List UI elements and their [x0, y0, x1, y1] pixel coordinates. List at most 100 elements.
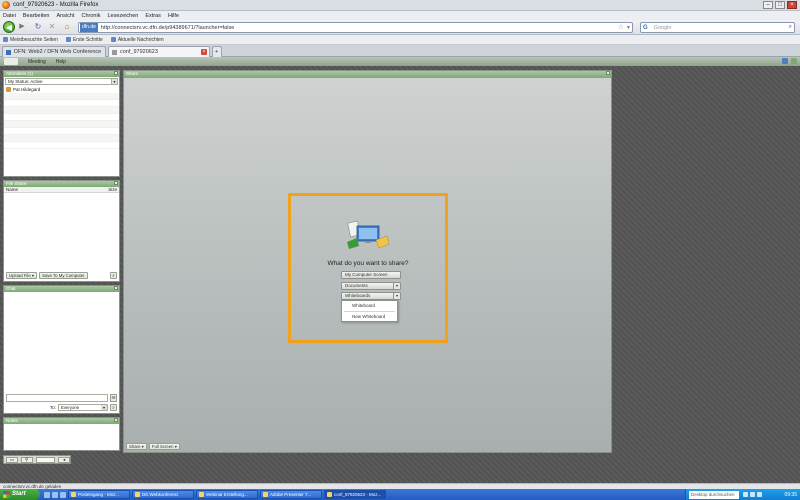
quick-launch-icon[interactable] [52, 491, 58, 498]
layout-icon[interactable] [791, 58, 797, 64]
menu-item-whiteboard[interactable]: Whiteboard [342, 301, 397, 311]
menu-ansicht[interactable]: Ansicht [56, 13, 74, 19]
window-titlebar[interactable]: conf_97920623 - Mozilla Firefox – □ × [0, 0, 800, 11]
back-button[interactable]: ◀ [3, 21, 15, 33]
stop-icon[interactable]: ✕ [48, 21, 56, 33]
send-message-icon[interactable]: ✉ [110, 394, 117, 402]
share-dialog-title: What do you want to share? [327, 260, 409, 267]
menu-bearbeiten[interactable]: Bearbeiten [23, 13, 50, 19]
taskbar-item[interactable]: Posteingang - Micr... [68, 490, 130, 499]
menu-lesezeichen[interactable]: Lesezeichen [107, 13, 138, 19]
start-button[interactable]: Start [0, 489, 40, 500]
taskbar-item-active[interactable]: conf_97920623 - Moz... [324, 490, 386, 499]
reload-icon[interactable]: ↻ [34, 21, 42, 33]
close-tab-icon[interactable]: × [201, 49, 207, 55]
share-whiteboards-dropdown[interactable]: Whiteboards ▾ [341, 292, 401, 300]
bookmark-icon [3, 37, 8, 42]
firefox-icon [327, 492, 332, 497]
bookmark-icon [65, 37, 71, 42]
tab-dfn[interactable]: DFN: Web2 / DFN Web Conference [2, 46, 106, 57]
menu-datei[interactable]: Datei [3, 13, 16, 19]
quick-launch-icon[interactable] [60, 491, 66, 498]
home-icon[interactable]: ⌂ [63, 21, 71, 33]
site-identity-badge[interactable]: dfn.de [80, 23, 98, 32]
quick-launch-icon[interactable] [44, 491, 50, 498]
bookmark-item[interactable]: Aktuelle Nachrichten [110, 37, 164, 43]
share-documents-dropdown[interactable]: Documents ▾ [341, 282, 401, 290]
panel-menu-icon[interactable] [114, 181, 118, 185]
panel-header[interactable]: Share [124, 71, 611, 78]
bookmark-star-icon[interactable]: ☆ [618, 23, 624, 31]
menu-help[interactable]: Help [56, 59, 66, 65]
panel-menu-icon[interactable] [606, 71, 610, 75]
microphone-button[interactable]: ⚲ [20, 456, 33, 463]
status-light-icon[interactable] [782, 58, 788, 64]
tray-icon[interactable] [743, 492, 748, 497]
clock[interactable]: 09:35 [784, 492, 797, 498]
status-dropdown[interactable]: My Status: Active ▾ [5, 78, 118, 85]
tray-icon[interactable] [757, 492, 762, 497]
tray-icon[interactable] [750, 492, 755, 497]
url-bar[interactable]: dfn.de http://connectsrv.vc.dfn.de/p9438… [78, 22, 633, 33]
volume-slider[interactable] [35, 456, 56, 463]
connect-menu-bar: Meeting Help [0, 57, 800, 66]
chat-recipient-row: To: Everyone ▾ ⌕ [6, 404, 117, 411]
menu-meeting[interactable]: Meeting [28, 59, 46, 65]
panel-header[interactable]: Attendees (1) [4, 71, 119, 77]
menu-chronik[interactable]: Chronik [82, 13, 101, 19]
host-icon [6, 87, 11, 92]
panel-options-icon[interactable]: ⌕ [110, 272, 117, 279]
column-size[interactable]: Size [108, 187, 117, 192]
search-placeholder[interactable]: Google [654, 25, 672, 31]
panel-header[interactable]: Notes [4, 418, 119, 424]
full-screen-button[interactable]: Full Screen ▾ [148, 443, 180, 450]
url-dropdown-icon[interactable]: ▼ [626, 25, 631, 31]
firefox-icon [2, 1, 10, 9]
search-icon[interactable]: ⌕ [789, 24, 792, 31]
taskbar-item[interactable]: Adobe Presenter 7... [260, 490, 322, 499]
menu-item-new-whiteboard[interactable]: New Whiteboard [342, 312, 397, 322]
bookmark-item[interactable]: Meistbesuchte Seiten [3, 37, 58, 43]
column-name[interactable]: Name [6, 187, 18, 192]
list-row [4, 107, 119, 114]
tab-conference[interactable]: conf_97920623 × [108, 46, 210, 57]
desktop-search-box[interactable]: Desktop durchsuchen [689, 490, 739, 499]
chat-input[interactable] [6, 394, 108, 402]
chevron-down-icon: ▾ [393, 293, 400, 299]
quick-launch [44, 491, 66, 498]
panel-header[interactable]: Chat [4, 286, 119, 292]
windows-logo-icon [3, 491, 10, 498]
close-button[interactable]: × [787, 1, 797, 9]
taskbar-item[interactable]: Webinar Erstellung... [196, 490, 258, 499]
google-icon[interactable]: G [643, 25, 648, 31]
recipient-dropdown[interactable]: Everyone ▾ [58, 404, 108, 411]
upload-file-button[interactable]: Upload File ▾ [6, 272, 38, 279]
panel-header[interactable]: File Share [4, 181, 119, 187]
url-text[interactable]: http://connectsrv.vc.dfn.de/p94389671/?l… [101, 25, 234, 31]
share-dialog: What do you want to share? My Computer S… [288, 193, 448, 343]
menu-hilfe[interactable]: Hilfe [168, 13, 179, 19]
minimize-button[interactable]: – [763, 1, 773, 9]
whiteboard-menu: Whiteboard New Whiteboard [341, 300, 398, 322]
meeting-controls-toolbar: ▭ ⚲ ◂ [3, 455, 71, 464]
tab-favicon [112, 49, 117, 55]
maximize-button[interactable]: □ [775, 1, 785, 9]
panel-options-icon[interactable]: ⌕ [110, 404, 117, 411]
attendee-item[interactable]: Pat Hildegard [4, 86, 119, 93]
share-button[interactable]: Share ▾ [126, 443, 147, 450]
navigation-toolbar: ◀ ▶ ↻ ✕ ⌂ dfn.de http://connectsrv.vc.df… [0, 20, 800, 35]
speaker-icon[interactable]: ◂ [58, 456, 71, 463]
new-tab-button[interactable]: + [212, 46, 222, 57]
save-to-computer-button[interactable]: Save To My Computer [39, 272, 88, 279]
panel-menu-icon[interactable] [114, 286, 118, 290]
bookmark-item[interactable]: Erste Schritte [65, 37, 103, 43]
panel-menu-icon[interactable] [114, 71, 118, 75]
menu-extras[interactable]: Extras [145, 13, 161, 19]
panel-menu-icon[interactable] [114, 418, 118, 422]
search-box[interactable]: G Google ⌕ [640, 22, 795, 33]
connect-logo [4, 58, 18, 65]
forward-button[interactable]: ▶ [18, 21, 26, 33]
camera-button[interactable]: ▭ [6, 456, 18, 463]
share-my-computer-screen-button[interactable]: My Computer Screen [341, 271, 401, 279]
taskbar-item[interactable]: DE:Webkonferenz [132, 490, 194, 499]
